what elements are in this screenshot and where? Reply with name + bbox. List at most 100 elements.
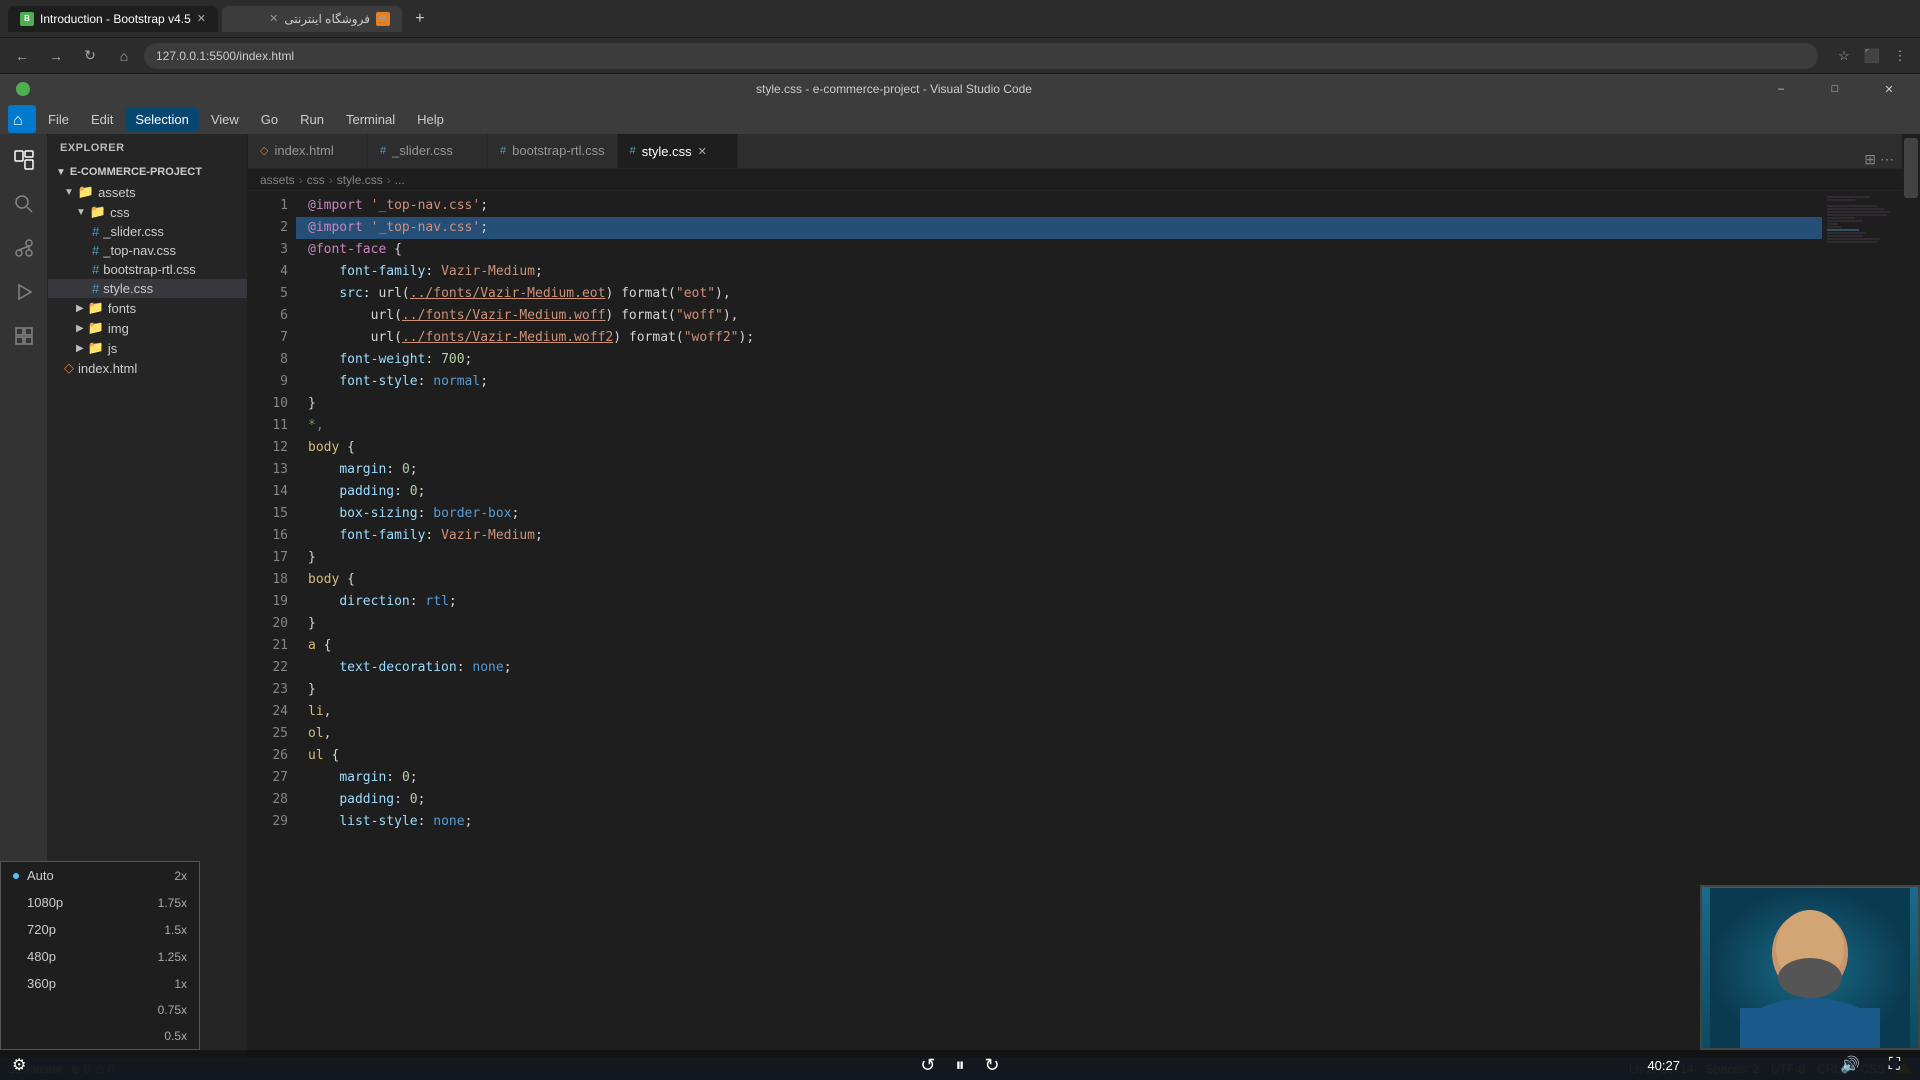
project-root[interactable]: ▼ E-COMMERCE-PROJECT xyxy=(48,162,247,182)
sidebar-file-index-html[interactable]: ◇ index.html xyxy=(48,358,247,378)
refresh-button[interactable]: ↻ xyxy=(76,42,104,70)
tab-close-1[interactable]: ✕ xyxy=(197,12,206,25)
editor-tab-close-style[interactable]: ✕ xyxy=(698,145,707,158)
settings-button[interactable]: ⚙ xyxy=(12,1050,26,1080)
menu-help[interactable]: Help xyxy=(407,108,454,131)
expand-button[interactable]: ⛶ xyxy=(1889,1050,1900,1080)
code-line-21[interactable]: a { xyxy=(296,635,1822,657)
breadcrumb-more[interactable]: ... xyxy=(395,173,405,187)
sidebar-folder-assets[interactable]: ▼ 📁 assets xyxy=(48,182,247,202)
menu-edit[interactable]: Edit xyxy=(81,108,123,131)
code-line-14[interactable]: padding: 0; xyxy=(296,481,1822,503)
source-control-icon[interactable] xyxy=(6,230,42,266)
speed-360p[interactable]: 360p 1x xyxy=(1,970,199,997)
editor-tab-style-css[interactable]: # style.css ✕ xyxy=(618,134,738,168)
sidebar-file-topnav-css[interactable]: # _top-nav.css xyxy=(48,241,247,260)
token: ), xyxy=(715,284,731,304)
code-line-8[interactable]: font-weight: 700; xyxy=(296,349,1822,371)
forward-button[interactable]: ↻ xyxy=(985,1055,1000,1076)
forward-button[interactable]: → xyxy=(42,42,70,70)
speed-075x[interactable]: 0.75x xyxy=(1,997,199,1023)
search-icon[interactable] xyxy=(6,186,42,222)
menu-go[interactable]: Go xyxy=(251,108,288,131)
code-line-22[interactable]: text-decoration: none; xyxy=(296,657,1822,679)
code-line-16[interactable]: font-family: Vazir-Medium; xyxy=(296,525,1822,547)
browser-menu-icon[interactable]: ⋮ xyxy=(1888,44,1912,68)
code-line-6[interactable]: url(../fonts/Vazir-Medium.woff) format("… xyxy=(296,305,1822,327)
code-editor: 1234567891011121314151617181920212223242… xyxy=(248,191,1902,1058)
code-line-20[interactable]: } xyxy=(296,613,1822,635)
code-line-26[interactable]: ul { xyxy=(296,745,1822,767)
code-line-19[interactable]: direction: rtl; xyxy=(296,591,1822,613)
code-line-3[interactable]: @font-face { xyxy=(296,239,1822,261)
code-line-27[interactable]: margin: 0; xyxy=(296,767,1822,789)
code-content[interactable]: @import '_top-nav.css';@import '_top-nav… xyxy=(296,191,1822,1058)
code-line-15[interactable]: box-sizing: border-box; xyxy=(296,503,1822,525)
address-bar[interactable]: 127.0.0.1:5500/index.html xyxy=(144,43,1818,69)
sidebar-folder-fonts[interactable]: ▶ 📁 fonts xyxy=(48,298,247,318)
volume-button[interactable]: 🔊 xyxy=(1840,1050,1860,1080)
code-line-13[interactable]: margin: 0; xyxy=(296,459,1822,481)
token: } xyxy=(308,548,316,568)
sidebar-file-bootstrap-rtl[interactable]: # bootstrap-rtl.css xyxy=(48,260,247,279)
new-tab-button[interactable]: + xyxy=(406,5,434,33)
code-line-4[interactable]: font-family: Vazir-Medium; xyxy=(296,261,1822,283)
breadcrumb-file[interactable]: style.css xyxy=(337,173,383,187)
editor-tab-bootstrap-rtl[interactable]: # bootstrap-rtl.css xyxy=(488,134,618,168)
code-line-7[interactable]: url(../fonts/Vazir-Medium.woff2) format(… xyxy=(296,327,1822,349)
star-icon[interactable]: ☆ xyxy=(1832,44,1856,68)
code-line-2[interactable]: @import '_top-nav.css'; xyxy=(296,217,1822,239)
code-line-17[interactable]: } xyxy=(296,547,1822,569)
sidebar-folder-css[interactable]: ▼ 📁 css xyxy=(48,202,247,222)
minimize-button[interactable]: – xyxy=(1758,74,1804,104)
extensions-icon[interactable]: ⬛ xyxy=(1860,44,1884,68)
code-line-23[interactable]: } xyxy=(296,679,1822,701)
editor-tab-slider-css[interactable]: # _slider.css xyxy=(368,134,488,168)
menu-view[interactable]: View xyxy=(201,108,249,131)
speed-1080p[interactable]: 1080p 1.75x xyxy=(1,889,199,916)
code-line-1[interactable]: @import '_top-nav.css'; xyxy=(296,195,1822,217)
code-line-12[interactable]: body { xyxy=(296,437,1822,459)
code-line-25[interactable]: ol, xyxy=(296,723,1822,745)
speed-480p[interactable]: 480p 1.25x xyxy=(1,943,199,970)
code-line-28[interactable]: padding: 0; xyxy=(296,789,1822,811)
more-tabs-icon[interactable]: ⋯ xyxy=(1880,151,1894,168)
split-editor-icon[interactable]: ⊞ xyxy=(1864,151,1876,168)
debugger-icon[interactable] xyxy=(6,274,42,310)
browser-tab-1[interactable]: B Introduction - Bootstrap v4.5 ✕ xyxy=(8,6,218,32)
close-window-button[interactable]: ✕ xyxy=(1866,74,1912,104)
breadcrumb-css[interactable]: css xyxy=(307,173,325,187)
menu-selection[interactable]: Selection xyxy=(125,108,198,131)
code-line-29[interactable]: list-style: none; xyxy=(296,811,1822,833)
home-button[interactable]: ⌂ xyxy=(110,42,138,70)
speed-05x[interactable]: 0.5x xyxy=(1,1023,199,1049)
sidebar-folder-js[interactable]: ▶ 📁 js xyxy=(48,338,247,358)
sidebar-folder-img[interactable]: ▶ 📁 img xyxy=(48,318,247,338)
tab-close-2[interactable]: ✕ xyxy=(269,12,278,25)
speed-720p[interactable]: 720p 1.5x xyxy=(1,916,199,943)
breadcrumb-assets[interactable]: assets xyxy=(260,173,295,187)
sidebar-file-style-css[interactable]: # style.css xyxy=(48,279,247,298)
line-number-8: 8 xyxy=(256,349,288,371)
code-line-11[interactable]: *, xyxy=(296,415,1822,437)
menu-run[interactable]: Run xyxy=(290,108,334,131)
menu-file[interactable]: File xyxy=(38,108,79,131)
rewind-button[interactable]: ↺ xyxy=(920,1055,935,1076)
speed-auto[interactable]: Auto 2x xyxy=(1,862,199,889)
editor-tab-index-html[interactable]: ◇ index.html xyxy=(248,134,368,168)
extensions-icon[interactable] xyxy=(6,318,42,354)
pause-button[interactable]: ⏸ xyxy=(956,1055,965,1076)
code-line-24[interactable]: li, xyxy=(296,701,1822,723)
explorer-icon[interactable] xyxy=(6,142,42,178)
menu-terminal[interactable]: Terminal xyxy=(336,108,405,131)
browser-tab-2[interactable]: 🛒 فروشگاه اینترنتی ✕ xyxy=(222,6,402,32)
code-line-9[interactable]: font-style: normal; xyxy=(296,371,1822,393)
maximize-button[interactable]: □ xyxy=(1812,74,1858,104)
sidebar-file-slider-css[interactable]: # _slider.css xyxy=(48,222,247,241)
code-line-5[interactable]: src: url(../fonts/Vazir-Medium.eot) form… xyxy=(296,283,1822,305)
back-button[interactable]: ← xyxy=(8,42,36,70)
token: { xyxy=(339,570,355,590)
code-line-10[interactable]: } xyxy=(296,393,1822,415)
scrollbar-thumb[interactable] xyxy=(1904,138,1918,198)
code-line-18[interactable]: body { xyxy=(296,569,1822,591)
